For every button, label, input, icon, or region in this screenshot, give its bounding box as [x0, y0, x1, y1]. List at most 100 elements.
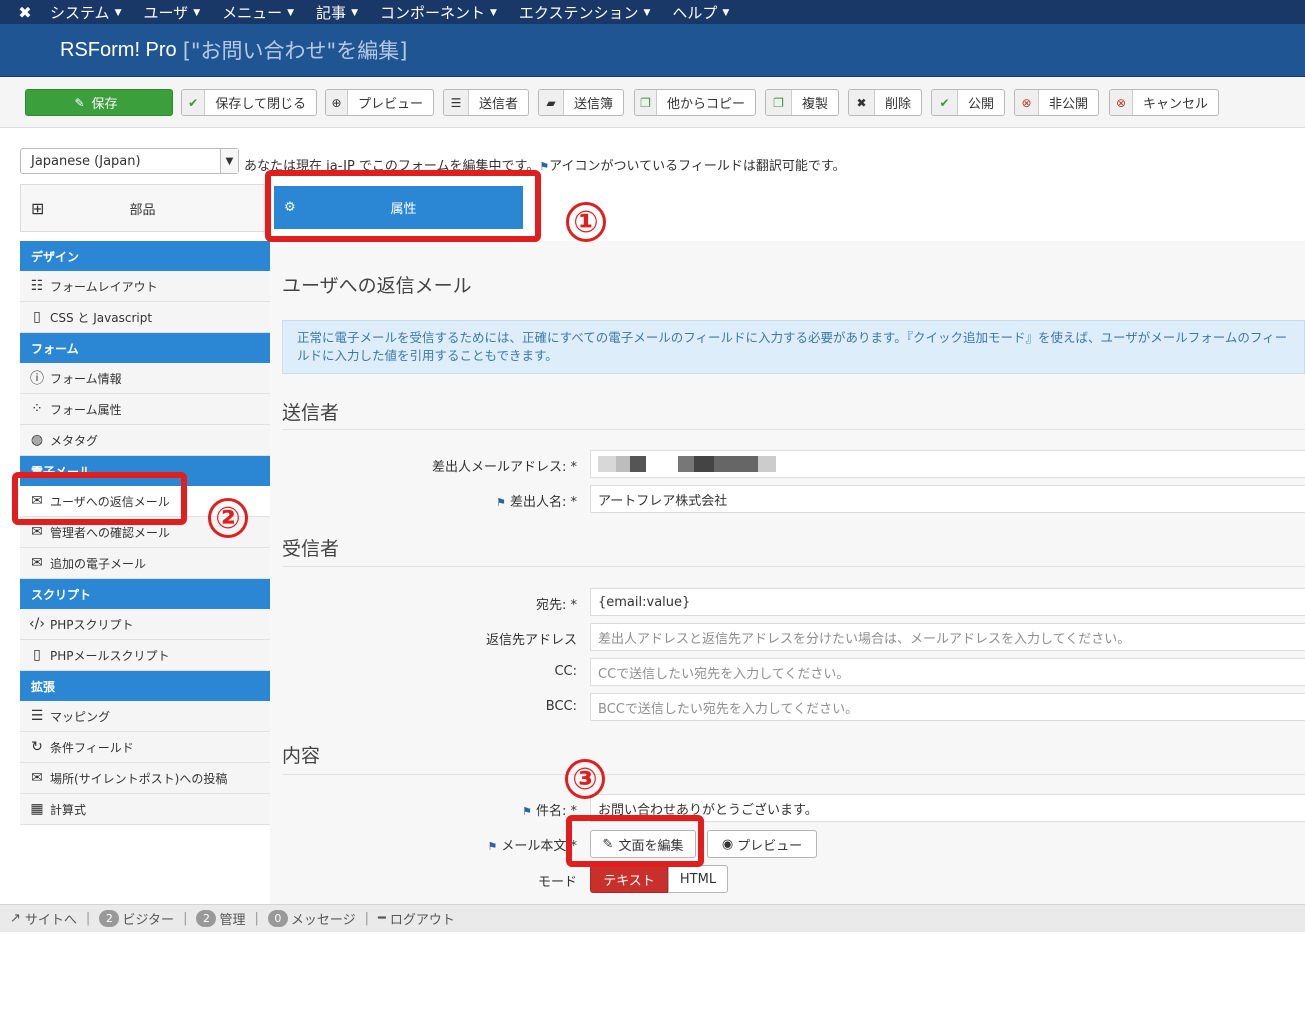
- body-label: ⚑ メール本文 *: [487, 835, 577, 854]
- eye-icon: ◉: [721, 836, 734, 852]
- publish-button[interactable]: ✔ 公開: [931, 89, 1005, 116]
- cogs-icon: ⚙: [284, 200, 296, 215]
- tab-properties[interactable]: ⚙ 属性: [274, 186, 523, 229]
- bcc-field[interactable]: BCCで送信したい宛先を入力してください。: [590, 693, 1305, 721]
- sidebar-item-mappings[interactable]: ☰ マッピング: [20, 701, 270, 732]
- sidebar-item-label: フォーム属性: [50, 402, 122, 417]
- external-link-icon: ↗: [10, 911, 21, 926]
- button-label: 保存して閉じる: [215, 97, 306, 112]
- menu-content[interactable]: 記事 ▼: [316, 2, 358, 23]
- from-name-label: ⚑ 差出人名: *: [496, 491, 577, 510]
- flag-icon: ⚑: [521, 805, 532, 818]
- delete-button[interactable]: ✖ 削除: [848, 89, 922, 116]
- caret-down-icon: ▼: [643, 8, 651, 18]
- title-bar: RSForm! Pro ["お問い合わせ"を編集]: [0, 24, 1305, 77]
- button-label: 非公開: [1048, 97, 1088, 112]
- menu-label: エクステンション: [518, 3, 639, 22]
- to-field[interactable]: {email:value}: [590, 588, 1305, 616]
- language-note: あなたは現在 ja-JP でこのフォームを編集中です。⚑アイコンがついているフィ…: [244, 155, 846, 174]
- refresh-icon: ↻: [31, 739, 43, 755]
- button-label: 削除: [884, 97, 911, 112]
- sidebar-item-meta-tags[interactable]: ◍ メタタグ: [20, 425, 270, 456]
- button-label: プレビュー: [357, 97, 423, 112]
- menu-users[interactable]: ユーザ ▼: [143, 2, 200, 23]
- sidebar-item-calculations[interactable]: ▦ 計算式: [20, 794, 270, 825]
- save-button[interactable]: ✎ 保存: [25, 89, 173, 116]
- flag-icon: ⚑: [487, 840, 498, 853]
- cc-field[interactable]: CCで送信したい宛先を入力してください。: [590, 658, 1305, 686]
- menu-menus[interactable]: メニュー ▼: [222, 2, 294, 23]
- sidebar-item-label: マッピング: [50, 709, 111, 724]
- divider: |: [85, 911, 91, 926]
- info-alert: 正常に電子メールを受信するためには、正確にすべての電子メールのフィールドに入力す…: [282, 320, 1305, 374]
- cancel-button[interactable]: ⊗ キャンセル: [1109, 89, 1219, 116]
- logout-link[interactable]: ログアウト: [390, 909, 455, 928]
- edit-text-button[interactable]: ✎ 文面を編集: [590, 830, 696, 858]
- sidebar-item-php-scripts[interactable]: ‹/› PHPスクリプト: [20, 609, 270, 640]
- sidebar-item-label: フォームレイアウト: [50, 279, 158, 294]
- reply-to-field[interactable]: 差出人アドレスと返信先アドレスを分けたい場合は、メールアドレスを入力してください…: [590, 623, 1305, 651]
- sidebar-item-conditional-fields[interactable]: ↻ 条件フィールド: [20, 732, 270, 763]
- sidebar-item-label: CSS と Javascript: [50, 310, 153, 325]
- visitors-badge: 2: [99, 910, 120, 927]
- sidebar-item-php-email-scripts[interactable]: ▯ PHPメールスクリプト: [20, 640, 270, 671]
- sidebar-item-silent-post[interactable]: ✉ 場所(サイレントポスト)への投稿: [20, 763, 270, 794]
- from-name-field[interactable]: アートフレア株式会社: [590, 485, 1305, 513]
- mode-html-button[interactable]: HTML: [668, 865, 728, 893]
- copy-from-button[interactable]: ❐ 他からコピー: [634, 89, 756, 116]
- grid-icon: ⊞: [31, 198, 45, 218]
- cc-label: CC:: [554, 664, 577, 679]
- sidebar-item-label: 条件フィールド: [50, 740, 134, 755]
- subject-field[interactable]: お問い合わせありがとうございます。: [590, 794, 1305, 822]
- joomla-icon[interactable]: ✖: [0, 3, 50, 22]
- duplicate-button[interactable]: ❐ 複製: [765, 89, 839, 116]
- save-close-button[interactable]: ✔ 保存して閉じる: [181, 89, 317, 116]
- menu-help[interactable]: ヘルプ ▼: [672, 2, 729, 23]
- label-text: 差出人名: *: [509, 495, 577, 510]
- sidebar-item-form-info[interactable]: ⓘ フォーム情報: [20, 363, 270, 394]
- button-label: 送信簿: [573, 97, 613, 112]
- visitors-label: ビジター: [122, 913, 175, 928]
- plus-circle-icon: ⊕: [326, 90, 348, 115]
- menu-label: ヘルプ: [672, 3, 718, 22]
- file-code-icon: ▯: [33, 309, 41, 325]
- recipient-heading: 受信者: [282, 538, 340, 560]
- edit-icon: ✎: [74, 95, 85, 110]
- subject-label: ⚑ 件名: *: [522, 800, 577, 819]
- bcc-label: BCC:: [545, 699, 577, 714]
- language-value: Japanese (Japan): [31, 153, 141, 169]
- language-select[interactable]: Japanese (Japan) ▼: [20, 148, 239, 174]
- sidebar-item-form-layout[interactable]: ☷ フォームレイアウト: [20, 271, 270, 302]
- sidebar-item-label: 場所(サイレントポスト)への投稿: [50, 771, 228, 786]
- admins-label: 管理: [219, 913, 246, 928]
- app-title: RSForm! Pro: [60, 38, 177, 61]
- menu-label: 記事: [316, 3, 347, 22]
- sidebar-item-additional-emails[interactable]: ✉ 追加の電子メール: [20, 548, 270, 579]
- menu-label: メニュー: [222, 3, 283, 22]
- to-row: 宛先: * {email:value}: [270, 588, 1305, 616]
- preview-button[interactable]: ⊕ プレビュー: [325, 89, 434, 116]
- main-panel: ユーザへの返信メール 正常に電子メールを受信するためには、正確にすべての電子メー…: [270, 241, 1305, 904]
- menu-components[interactable]: コンポーネント ▼: [380, 2, 497, 23]
- tab-components[interactable]: ⊞ 部品: [20, 184, 265, 232]
- mode-text-button[interactable]: テキスト: [590, 865, 668, 893]
- menu-extensions[interactable]: エクステンション ▼: [519, 2, 650, 23]
- sidebar-item-css-js[interactable]: ▯ CSS と Javascript: [20, 302, 270, 333]
- chevron-down-icon: ▼: [220, 149, 238, 173]
- sidebar-item-form-attributes[interactable]: ⁘ フォーム属性: [20, 394, 270, 425]
- messages-link[interactable]: メッセージ: [291, 909, 356, 928]
- calculator-icon: ▦: [30, 801, 44, 817]
- divider: [282, 774, 1305, 775]
- submitters-button[interactable]: ☰ 送信者: [443, 89, 529, 116]
- menu-label: システム: [50, 3, 110, 22]
- unpublish-button[interactable]: ⊗ 非公開: [1014, 89, 1099, 116]
- remove-circle-icon: ⊗: [1110, 90, 1133, 115]
- view-site-link[interactable]: サイトへ: [25, 909, 77, 928]
- submission-directory-button[interactable]: ▰ 送信簿: [538, 89, 624, 116]
- body-preview-button[interactable]: ◉ プレビュー: [707, 830, 817, 858]
- caret-down-icon: ▼: [490, 8, 497, 18]
- menu-system[interactable]: システム ▼: [50, 2, 121, 23]
- from-email-field[interactable]: [590, 450, 1305, 478]
- from-email-label: 差出人メールアドレス: *: [431, 460, 577, 475]
- caret-down-icon: ▼: [193, 8, 201, 18]
